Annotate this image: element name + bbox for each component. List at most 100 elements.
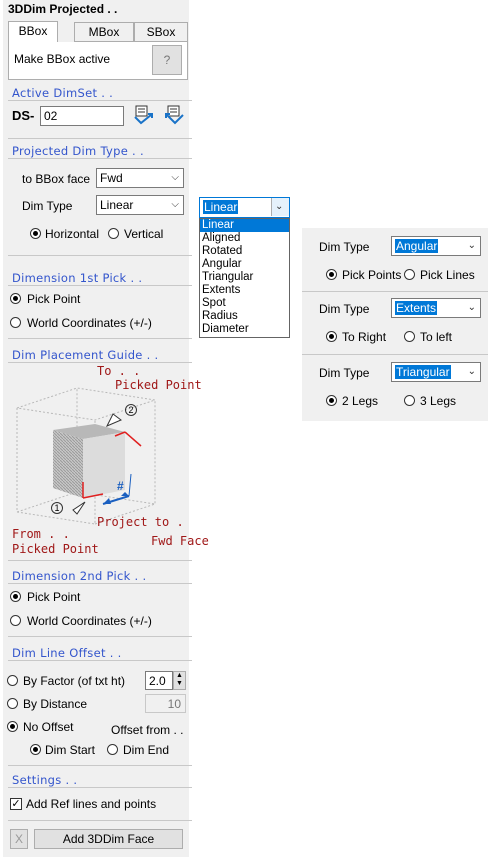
spin-up-icon[interactable]: ▲ xyxy=(174,672,185,680)
dropdown-preview[interactable]: Linear ⌄ xyxy=(199,197,290,218)
dimset-down-icon[interactable] xyxy=(131,103,155,127)
no-offset-radio[interactable] xyxy=(7,721,18,732)
to-label: To . . xyxy=(97,364,141,378)
first-pick-point-radio[interactable] xyxy=(10,293,21,304)
chevron-down-icon[interactable]: ⌄ xyxy=(271,198,289,216)
settings-title: Settings . . xyxy=(12,773,78,787)
first-world-coords-label[interactable]: World Coordinates (+/-) xyxy=(27,316,152,330)
divider xyxy=(8,285,192,286)
divider xyxy=(8,338,192,339)
divider xyxy=(8,362,192,363)
three-legs-label[interactable]: 3 Legs xyxy=(420,394,456,408)
make-active-label[interactable]: Make BBox active xyxy=(14,52,110,66)
second-pick-point-label[interactable]: Pick Point xyxy=(27,590,80,604)
divider xyxy=(8,787,192,788)
chevron-down-icon: ⌄ xyxy=(467,302,476,313)
add-3ddim-face-button[interactable]: Add 3DDim Face xyxy=(34,829,183,849)
fwd-face-label: Fwd Face xyxy=(151,534,209,548)
extents-value: Extents xyxy=(395,301,438,315)
dimset-up-icon[interactable] xyxy=(163,103,187,127)
option-rotated[interactable]: Rotated xyxy=(200,245,289,258)
triangular-select[interactable]: Triangular ⌄ xyxy=(391,362,481,382)
dim-type-options: Linear Aligned Rotated Angular Triangula… xyxy=(199,218,290,338)
extents-dim-type-label: Dim Type xyxy=(319,302,370,316)
clear-button[interactable]: X xyxy=(10,829,28,849)
divider xyxy=(302,291,488,292)
dimset-input[interactable]: 02 xyxy=(40,106,124,126)
angular-select[interactable]: Angular ⌄ xyxy=(391,236,481,256)
offset-from-label: Offset from . . xyxy=(111,723,184,737)
dropdown-selected: Linear xyxy=(203,200,239,214)
by-distance-label[interactable]: By Distance xyxy=(23,697,87,711)
dimset-prefix: DS- xyxy=(12,108,35,123)
horizontal-label[interactable]: Horizontal xyxy=(45,227,99,241)
divider xyxy=(8,138,192,139)
to-left-label[interactable]: To left xyxy=(420,330,452,344)
chevron-down-icon: ⌵ xyxy=(171,199,179,210)
tab-sbox[interactable]: SBox xyxy=(134,22,188,42)
first-pick-point-label[interactable]: Pick Point xyxy=(27,292,80,306)
active-dimset-title: Active DimSet . . xyxy=(12,86,114,100)
divider xyxy=(8,560,192,561)
divider xyxy=(8,158,192,159)
bbox-face-label: to BBox face xyxy=(22,172,91,186)
tab-bar: BBox MBox SBox xyxy=(8,21,188,43)
dim-end-label[interactable]: Dim End xyxy=(123,743,169,757)
from-label: From . . xyxy=(12,527,70,541)
option-extents[interactable]: Extents xyxy=(200,284,289,297)
to-left-radio[interactable] xyxy=(404,331,415,342)
variant-panels: Dim Type Angular ⌄ Pick Points Pick Line… xyxy=(302,228,488,421)
dim-type-label: Dim Type xyxy=(22,199,73,213)
vertical-radio[interactable] xyxy=(108,228,119,239)
no-offset-label[interactable]: No Offset xyxy=(23,720,73,734)
factor-input[interactable]: 2.0 xyxy=(145,671,173,690)
by-factor-label[interactable]: By Factor (of txt ht) xyxy=(23,674,125,688)
to-right-radio[interactable] xyxy=(326,331,337,342)
two-legs-label[interactable]: 2 Legs xyxy=(342,394,378,408)
option-linear[interactable]: Linear xyxy=(200,219,289,232)
add-ref-label[interactable]: Add Ref lines and points xyxy=(26,797,156,811)
three-legs-radio[interactable] xyxy=(404,395,415,406)
option-diameter[interactable]: Diameter xyxy=(200,323,289,336)
dim-start-label[interactable]: Dim Start xyxy=(45,743,95,757)
divider xyxy=(8,765,192,766)
distance-input[interactable]: 10 xyxy=(145,694,186,713)
factor-spinner[interactable]: ▲ ▼ xyxy=(173,671,186,690)
projected-dim-type-title: Projected Dim Type . . xyxy=(12,144,144,158)
option-spot[interactable]: Spot xyxy=(200,297,289,310)
extents-select[interactable]: Extents ⌄ xyxy=(391,298,481,318)
picked-point-bottom-label: Picked Point xyxy=(12,542,99,556)
option-radius[interactable]: Radius xyxy=(200,310,289,323)
by-factor-radio[interactable] xyxy=(7,675,18,686)
pick-points-radio[interactable] xyxy=(326,269,337,280)
angular-value: Angular xyxy=(395,239,439,253)
second-world-coords-radio[interactable] xyxy=(10,615,21,626)
divider xyxy=(8,660,192,661)
first-pick-title: Dimension 1st Pick . . xyxy=(12,271,143,285)
dim-type-select[interactable]: Linear ⌵ xyxy=(96,195,184,215)
to-right-label[interactable]: To Right xyxy=(342,330,386,344)
dim-palette: 3DDim Projected . . BBox MBox SBox Make … xyxy=(3,0,209,857)
dim-end-radio[interactable] xyxy=(107,744,118,755)
option-aligned[interactable]: Aligned xyxy=(200,232,289,245)
option-angular[interactable]: Angular xyxy=(200,258,289,271)
spin-down-icon[interactable]: ▼ xyxy=(174,680,185,688)
horizontal-radio[interactable] xyxy=(30,228,41,239)
bbox-face-select[interactable]: Fwd ⌵ xyxy=(96,168,184,188)
marker-1: 1 xyxy=(51,502,63,514)
vertical-label[interactable]: Vertical xyxy=(124,227,163,241)
second-world-coords-label[interactable]: World Coordinates (+/-) xyxy=(27,614,152,628)
by-distance-radio[interactable] xyxy=(7,698,18,709)
tab-bbox[interactable]: BBox xyxy=(8,21,58,43)
dim-start-radio[interactable] xyxy=(30,744,41,755)
pick-points-label[interactable]: Pick Points xyxy=(342,268,401,282)
first-world-coords-radio[interactable] xyxy=(10,317,21,328)
two-legs-radio[interactable] xyxy=(326,395,337,406)
option-triangular[interactable]: Triangular xyxy=(200,271,289,284)
tab-mbox[interactable]: MBox xyxy=(74,22,134,42)
add-ref-checkbox[interactable]: ✓ xyxy=(10,798,22,810)
pick-lines-radio[interactable] xyxy=(404,269,415,280)
pick-lines-label[interactable]: Pick Lines xyxy=(420,268,475,282)
second-pick-point-radio[interactable] xyxy=(10,591,21,602)
help-button[interactable]: ? xyxy=(152,45,182,75)
